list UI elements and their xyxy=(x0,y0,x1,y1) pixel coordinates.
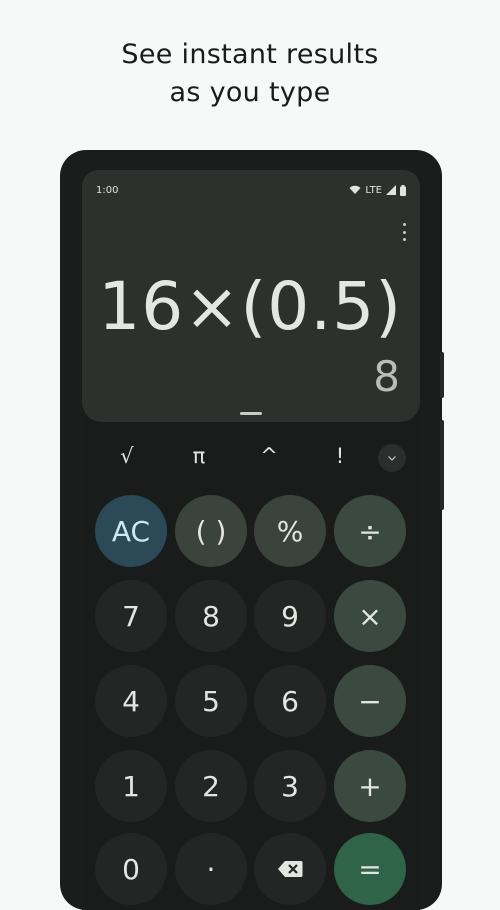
power-operator-button[interactable]: ^ xyxy=(249,444,289,468)
wifi-icon xyxy=(349,185,361,194)
digit-4-button[interactable]: 4 xyxy=(95,665,167,737)
status-time: 1:00 xyxy=(96,184,119,196)
parentheses-button[interactable]: ( ) xyxy=(175,495,247,567)
decimal-button[interactable]: · xyxy=(175,833,247,905)
backspace-button[interactable] xyxy=(254,833,326,905)
plus-button[interactable]: + xyxy=(334,750,406,822)
digit-0-button[interactable]: 0 xyxy=(95,833,167,905)
scientific-row: √ π ^ ! xyxy=(82,444,420,474)
equals-button[interactable]: = xyxy=(334,833,406,905)
headline-line-2: as you type xyxy=(169,77,331,108)
minus-button[interactable]: − xyxy=(334,665,406,737)
digit-8-button[interactable]: 8 xyxy=(175,580,247,652)
digit-6-button[interactable]: 6 xyxy=(254,665,326,737)
digit-1-button[interactable]: 1 xyxy=(95,750,167,822)
digit-2-button[interactable]: 2 xyxy=(175,750,247,822)
expression-display[interactable]: 16×(0.5) xyxy=(98,268,402,345)
all-clear-button[interactable]: AC xyxy=(95,495,167,567)
status-bar: 1:00 LTE xyxy=(96,182,406,198)
factorial-button[interactable]: ! xyxy=(320,444,360,468)
volume-button xyxy=(440,420,444,510)
digit-3-button[interactable]: 3 xyxy=(254,750,326,822)
digit-7-button[interactable]: 7 xyxy=(95,580,167,652)
backspace-icon xyxy=(278,861,303,877)
multiply-button[interactable]: × xyxy=(334,580,406,652)
drag-handle[interactable] xyxy=(240,412,262,415)
result-preview: 8 xyxy=(373,352,400,401)
more-options-icon[interactable] xyxy=(400,223,408,241)
divide-button[interactable]: ÷ xyxy=(334,495,406,567)
digit-5-button[interactable]: 5 xyxy=(175,665,247,737)
signal-icon xyxy=(386,185,396,195)
headline-line-1: See instant results xyxy=(121,39,379,70)
expand-button[interactable] xyxy=(378,444,406,472)
digit-9-button[interactable]: 9 xyxy=(254,580,326,652)
pi-button[interactable]: π xyxy=(179,444,219,468)
battery-icon xyxy=(400,184,406,196)
percent-button[interactable]: % xyxy=(254,495,326,567)
display-panel: 1:00 LTE 16×(0.5) 8 xyxy=(82,170,420,422)
chevron-down-icon xyxy=(388,455,396,461)
power-button xyxy=(440,352,444,398)
network-type: LTE xyxy=(365,184,382,196)
calculator-screen: 1:00 LTE 16×(0.5) 8 √ π ^ ! AC ( ) % ÷ 7… xyxy=(82,170,420,910)
headline: See instant results as you type xyxy=(0,36,500,112)
sqrt-button[interactable]: √ xyxy=(107,444,147,468)
